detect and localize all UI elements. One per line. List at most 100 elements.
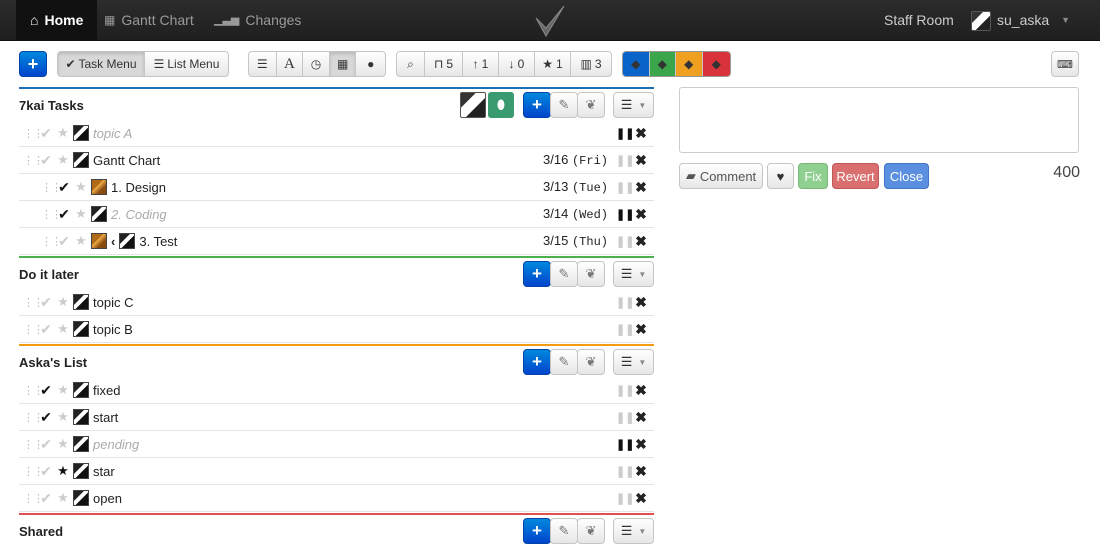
task-title[interactable]: pending — [93, 437, 616, 452]
list-title[interactable]: Do it later — [19, 267, 79, 282]
sort-person-button[interactable]: ● — [356, 52, 385, 76]
assignee-avatar[interactable] — [73, 152, 89, 168]
logo-check-icon[interactable] — [534, 4, 566, 41]
delete-icon[interactable]: ✖ — [634, 152, 648, 169]
keyboard-shortcuts-button[interactable]: ⌨ — [1051, 51, 1079, 77]
pause-icon[interactable]: ❚❚ — [616, 127, 634, 140]
task-row[interactable]: ⋮⋮ ✔ ★ pending ❚❚ ✖ — [19, 431, 654, 458]
tag-blue-button[interactable]: ◆ — [623, 52, 650, 76]
assignee-avatar[interactable] — [119, 233, 136, 249]
star-filter-button[interactable]: ★ 1 — [535, 52, 571, 76]
delete-icon[interactable]: ✖ — [634, 233, 648, 250]
assignee-avatar[interactable] — [73, 490, 89, 506]
pause-icon[interactable]: ❚❚ — [616, 208, 634, 221]
nav-home[interactable]: ⌂ Home — [16, 0, 98, 41]
like-button[interactable]: ♥ — [767, 163, 794, 189]
drag-handle-icon[interactable]: ⋮⋮ — [23, 154, 44, 167]
task-title[interactable]: open — [93, 491, 616, 506]
tag-green-button[interactable]: ◆ — [649, 52, 677, 76]
delete-icon[interactable]: ✖ — [634, 294, 648, 311]
clear-list-button[interactable]: ❦ — [577, 92, 605, 118]
edit-list-button[interactable]: ✎ — [550, 261, 578, 287]
member-avatar[interactable] — [460, 92, 486, 118]
task-title[interactable]: topic B — [93, 322, 616, 337]
task-row[interactable]: ⋮⋮ ✔ ★ topic B ❚❚ ✖ — [19, 316, 654, 343]
pause-icon[interactable]: ❚❚ — [616, 154, 634, 167]
drag-handle-icon[interactable]: ⋮⋮ — [23, 296, 44, 309]
task-row[interactable]: ⋮⋮ ✔ ★ topic C ❚❚ ✖ — [19, 289, 654, 316]
drag-handle-icon[interactable]: ⋮⋮ — [23, 411, 44, 424]
star-icon[interactable]: ★ — [55, 321, 71, 337]
comment-button[interactable]: ▰ Comment — [679, 163, 763, 189]
add-task-button[interactable]: + — [523, 518, 551, 544]
task-row[interactable]: ⋮⋮ ✔ ★ 2. Coding 3/14 (Wed) ❚❚ ✖ — [19, 201, 654, 228]
check-icon[interactable]: ✔ — [55, 179, 73, 196]
task-row[interactable]: ⋮⋮ ✔ ★ open ❚❚ ✖ — [19, 485, 654, 512]
delete-icon[interactable]: ✖ — [634, 490, 648, 507]
star-icon[interactable]: ★ — [55, 436, 71, 452]
delete-icon[interactable]: ✖ — [634, 463, 648, 480]
trash-filter-button[interactable]: ▥ 3 — [571, 52, 611, 76]
star-icon[interactable]: ★ — [55, 463, 71, 479]
check-icon[interactable]: ✔ — [55, 206, 73, 223]
assignee-avatar[interactable] — [73, 382, 89, 398]
egg-icon[interactable]: ⬮ — [488, 92, 514, 118]
delete-icon[interactable]: ✖ — [634, 436, 648, 453]
pause-icon[interactable]: ❚❚ — [616, 235, 634, 248]
pause-icon[interactable]: ❚❚ — [616, 465, 634, 478]
fix-button[interactable]: Fix — [798, 163, 828, 189]
delete-icon[interactable]: ✖ — [634, 409, 648, 426]
edit-list-button[interactable]: ✎ — [550, 518, 578, 544]
user-menu[interactable]: su_aska ▼ — [971, 0, 1070, 41]
task-row[interactable]: ⋮⋮ ✔ ★ topic A ❚❚ ✖ — [19, 120, 654, 147]
list-options-button[interactable]: ☰ ▼ — [613, 518, 654, 544]
assignee-avatar[interactable] — [73, 321, 89, 337]
clear-list-button[interactable]: ❦ — [577, 349, 605, 375]
task-row[interactable]: ⋮⋮ ✔ ★ 1. Design 3/13 (Tue) ❚❚ ✖ — [19, 174, 654, 201]
star-icon[interactable]: ★ — [73, 233, 89, 249]
task-row[interactable]: ⋮⋮ ✔ ★ star ❚❚ ✖ — [19, 458, 654, 485]
drag-handle-icon[interactable]: ⋮⋮ — [23, 465, 44, 478]
assignee-avatar[interactable] — [91, 206, 107, 222]
list-menu-button[interactable]: ☰ List Menu — [145, 52, 228, 76]
add-task-button[interactable]: + — [523, 349, 551, 375]
star-icon[interactable]: ★ — [55, 125, 71, 141]
task-title[interactable]: 1. Design — [111, 180, 543, 195]
due-date[interactable]: 3/16 (Fri) — [543, 152, 608, 168]
pause-icon[interactable]: ❚❚ — [616, 323, 634, 336]
assignee-avatar[interactable] — [91, 233, 107, 249]
star-icon[interactable]: ★ — [55, 382, 71, 398]
close-button[interactable]: Close — [884, 163, 929, 189]
check-icon[interactable]: ✔ — [55, 233, 73, 250]
tag-orange-button[interactable]: ◆ — [676, 52, 703, 76]
delete-icon[interactable]: ✖ — [634, 179, 648, 196]
add-list-button[interactable]: + — [19, 51, 47, 77]
assignee-avatar[interactable] — [91, 179, 107, 195]
due-date[interactable]: 3/15 (Thu) — [543, 233, 608, 249]
comment-textarea[interactable] — [679, 87, 1079, 153]
drag-handle-icon[interactable]: ⋮⋮ — [23, 323, 44, 336]
check-icon[interactable]: ✔ — [37, 490, 55, 507]
task-title[interactable]: fixed — [93, 383, 616, 398]
up-filter-button[interactable]: ↑ 1 — [463, 52, 499, 76]
task-title[interactable]: star — [93, 464, 616, 479]
sort-title-button[interactable]: A — [277, 52, 304, 76]
sort-default-button[interactable]: ☰ — [249, 52, 277, 76]
assignee-avatar[interactable] — [73, 125, 89, 141]
task-row[interactable]: ⋮⋮ ✔ ★ ‹ 3. Test 3/15 (Thu) ❚❚ ✖ — [19, 228, 654, 255]
assignee-avatar[interactable] — [73, 436, 89, 452]
down-filter-button[interactable]: ↓ 0 — [499, 52, 535, 76]
clear-list-button[interactable]: ❦ — [577, 518, 605, 544]
drag-handle-icon[interactable]: ⋮⋮ — [23, 438, 44, 451]
nav-changes[interactable]: ▁▃▅ Changes — [214, 0, 301, 41]
list-title[interactable]: Shared — [19, 524, 63, 539]
task-title[interactable]: Gantt Chart — [93, 153, 543, 168]
list-title[interactable]: 7kai Tasks — [19, 98, 84, 113]
sort-time-button[interactable]: ◷ — [303, 52, 330, 76]
drag-handle-icon[interactable]: ⋮⋮ — [41, 208, 62, 221]
task-title[interactable]: 3. Test — [139, 234, 543, 249]
star-icon[interactable]: ★ — [55, 294, 71, 310]
clear-list-button[interactable]: ❦ — [577, 261, 605, 287]
drag-handle-icon[interactable]: ⋮⋮ — [23, 127, 44, 140]
edit-list-button[interactable]: ✎ — [550, 349, 578, 375]
